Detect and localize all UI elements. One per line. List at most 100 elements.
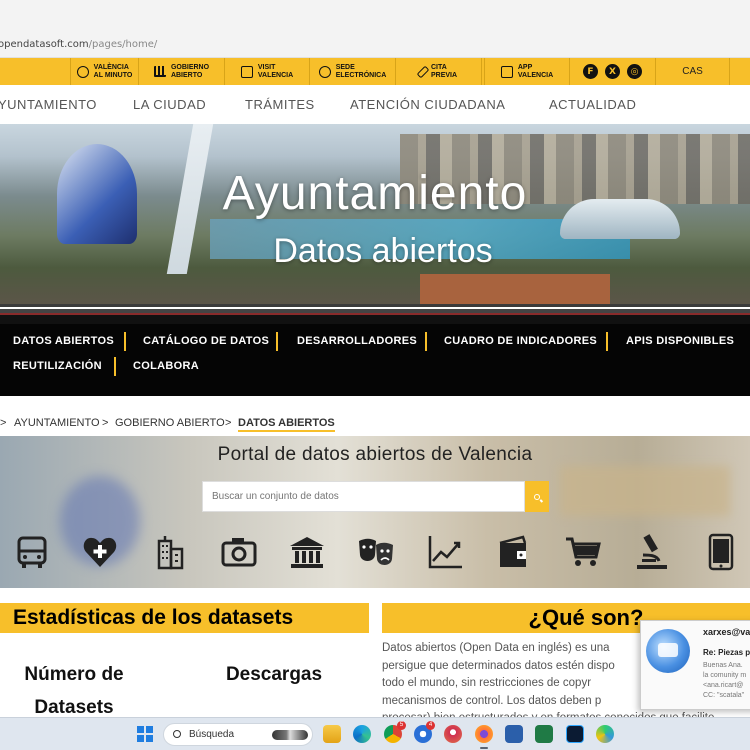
globe-app-icon[interactable] bbox=[596, 725, 614, 743]
category-transport[interactable] bbox=[12, 533, 52, 571]
topbar-label: SEDE ELECTRÓNICA bbox=[336, 64, 387, 80]
taskbar-search[interactable]: Búsqueda bbox=[163, 723, 313, 746]
search-icon bbox=[534, 493, 540, 500]
nav-tramites[interactable]: TRÁMITES bbox=[245, 97, 315, 112]
topbar-link-visit-valencia[interactable]: VISIT VALENCIA bbox=[225, 58, 310, 85]
notification-badge: 4 bbox=[426, 721, 435, 730]
breadcrumb-ayuntamiento[interactable]: AYUNTAMIENTO bbox=[14, 417, 100, 429]
photoshop-icon[interactable] bbox=[566, 725, 584, 743]
notification-subject: Re: Piezas pa bbox=[703, 648, 750, 657]
subnav-datos-abiertos[interactable]: DATOS ABIERTOS bbox=[13, 335, 114, 347]
topbar-link-valencia-al-minuto[interactable]: VALÈNCIA AL MINUTO bbox=[70, 58, 139, 85]
start-button[interactable] bbox=[137, 726, 153, 742]
language-label: CAS bbox=[682, 65, 703, 77]
label-line: CITA bbox=[430, 63, 447, 71]
excel-icon[interactable] bbox=[535, 725, 553, 743]
category-urbanism[interactable] bbox=[150, 533, 190, 571]
breadcrumb-separator: > bbox=[0, 417, 7, 429]
instagram-icon[interactable]: ◎ bbox=[627, 64, 642, 79]
os-taskbar: Búsqueda 5 4 bbox=[0, 717, 750, 750]
label-line: GOBIERNO bbox=[170, 63, 210, 71]
nav-atencion-ciudadana[interactable]: ATENCIÓN CIUDADANA bbox=[350, 97, 505, 112]
breadcrumb-gobierno-abierto[interactable]: GOBIERNO ABIERTO bbox=[115, 417, 225, 429]
category-health[interactable] bbox=[80, 533, 120, 571]
mail-app-icon bbox=[646, 629, 690, 673]
topbar-link-gobierno-abierto[interactable]: GOBIERNO ABIERTO bbox=[139, 58, 225, 85]
url-text[interactable]: opendatasoft.com/pages/home/ bbox=[0, 39, 157, 50]
label-line: APP bbox=[517, 63, 533, 71]
nav-ayuntamiento[interactable]: YUNTAMIENTO bbox=[0, 97, 97, 112]
url-path: /pages/home/ bbox=[88, 39, 158, 50]
word-icon[interactable] bbox=[505, 725, 523, 743]
topbar-label: CITA PREVIA bbox=[431, 64, 457, 80]
language-selector[interactable]: CAS bbox=[656, 58, 730, 85]
windows-logo-pane bbox=[137, 726, 145, 734]
email-notification-toast[interactable]: xarxes@val Re: Piezas pa Buenas Ana. la … bbox=[640, 620, 750, 710]
top-utility-bar: VALÈNCIA AL MINUTO GOBIERNO ABIERTO VISIT V… bbox=[0, 58, 750, 85]
subnav-apis[interactable]: APIS DISPONIBLES bbox=[626, 335, 734, 347]
label-line: VALENCIA bbox=[517, 71, 554, 79]
topbar-link-cita-previa[interactable]: CITA PREVIA bbox=[396, 58, 482, 85]
category-economy[interactable] bbox=[425, 533, 465, 571]
edge-icon[interactable] bbox=[353, 725, 371, 743]
nav-actualidad[interactable]: ACTUALIDAD bbox=[549, 97, 636, 112]
category-science[interactable] bbox=[632, 533, 672, 571]
app-icon bbox=[500, 65, 513, 78]
subnav-cuadro-indicadores[interactable]: CUADRO DE INDICADORES bbox=[444, 335, 597, 347]
active-app-indicator bbox=[480, 747, 488, 749]
firefox-icon[interactable] bbox=[475, 725, 493, 743]
building-icon bbox=[153, 66, 166, 77]
render-artifact bbox=[0, 304, 750, 324]
label-line: AL MINUTO bbox=[93, 71, 133, 79]
subnav-divider bbox=[114, 357, 116, 376]
cart-icon bbox=[566, 537, 601, 566]
file-explorer-icon[interactable] bbox=[323, 725, 341, 743]
microscope-icon bbox=[637, 534, 667, 569]
tablet-icon bbox=[708, 533, 734, 571]
category-government[interactable] bbox=[287, 533, 327, 571]
breadcrumb-separator: > bbox=[102, 417, 109, 429]
category-technology[interactable] bbox=[701, 533, 741, 571]
theater-masks-icon bbox=[359, 538, 393, 565]
search-highlight-image bbox=[272, 730, 308, 740]
headphones-app-icon[interactable] bbox=[444, 725, 462, 743]
search-box bbox=[202, 481, 525, 512]
subnav-desarrolladores[interactable]: DESARROLLADORES bbox=[297, 335, 417, 347]
facebook-icon[interactable]: f bbox=[583, 64, 598, 79]
breadcrumb-current: DATOS ABIERTOS bbox=[238, 417, 335, 432]
label-line: VISIT bbox=[257, 63, 276, 71]
taskbar-search-label: Búsqueda bbox=[189, 729, 235, 740]
search-input[interactable] bbox=[203, 482, 524, 511]
category-commerce[interactable] bbox=[563, 533, 603, 571]
category-finance[interactable] bbox=[494, 533, 534, 571]
subnav-catalogo[interactable]: CATÁLOGO DE DATOS bbox=[143, 335, 269, 347]
hero-building bbox=[420, 274, 610, 304]
subnav-colabora[interactable]: COLABORA bbox=[133, 360, 199, 372]
label-line: Datasets bbox=[34, 697, 114, 718]
map-icon bbox=[240, 65, 253, 78]
datasets-count-label: Número de Datasets bbox=[0, 658, 148, 724]
shield-icon bbox=[318, 65, 331, 78]
government-icon bbox=[290, 537, 324, 568]
topbar-link-sede-electronica[interactable]: SEDE ELECTRÓNICA bbox=[310, 58, 396, 85]
topbar-label: VISIT VALENCIA bbox=[258, 64, 293, 80]
topbar-label: GOBIERNO ABIERTO bbox=[171, 64, 209, 80]
subnav-reutilizacion[interactable]: REUTILIZACIÓN bbox=[13, 360, 102, 372]
notification-badge: 5 bbox=[397, 721, 406, 730]
health-icon bbox=[83, 537, 117, 567]
building-icon bbox=[157, 536, 184, 570]
stats-title: Estadísticas de los datasets bbox=[13, 606, 294, 629]
windows-logo-pane bbox=[145, 734, 153, 742]
label-line: SEDE bbox=[335, 63, 355, 71]
stats-header: Estadísticas de los datasets bbox=[0, 603, 369, 633]
x-twitter-icon[interactable]: X bbox=[605, 64, 620, 79]
topbar-link-app-valencia[interactable]: APP VALENCIA bbox=[484, 58, 570, 85]
chart-line-icon bbox=[428, 536, 462, 569]
camera-icon bbox=[221, 538, 257, 567]
category-tourism[interactable] bbox=[219, 533, 259, 571]
search-button[interactable] bbox=[525, 481, 549, 512]
browser-address-bar[interactable]: opendatasoft.com/pages/home/ bbox=[0, 0, 750, 58]
category-culture[interactable] bbox=[356, 533, 396, 571]
nav-la-ciudad[interactable]: LA CIUDAD bbox=[133, 97, 206, 112]
topbar-label: APP VALENCIA bbox=[518, 64, 553, 80]
